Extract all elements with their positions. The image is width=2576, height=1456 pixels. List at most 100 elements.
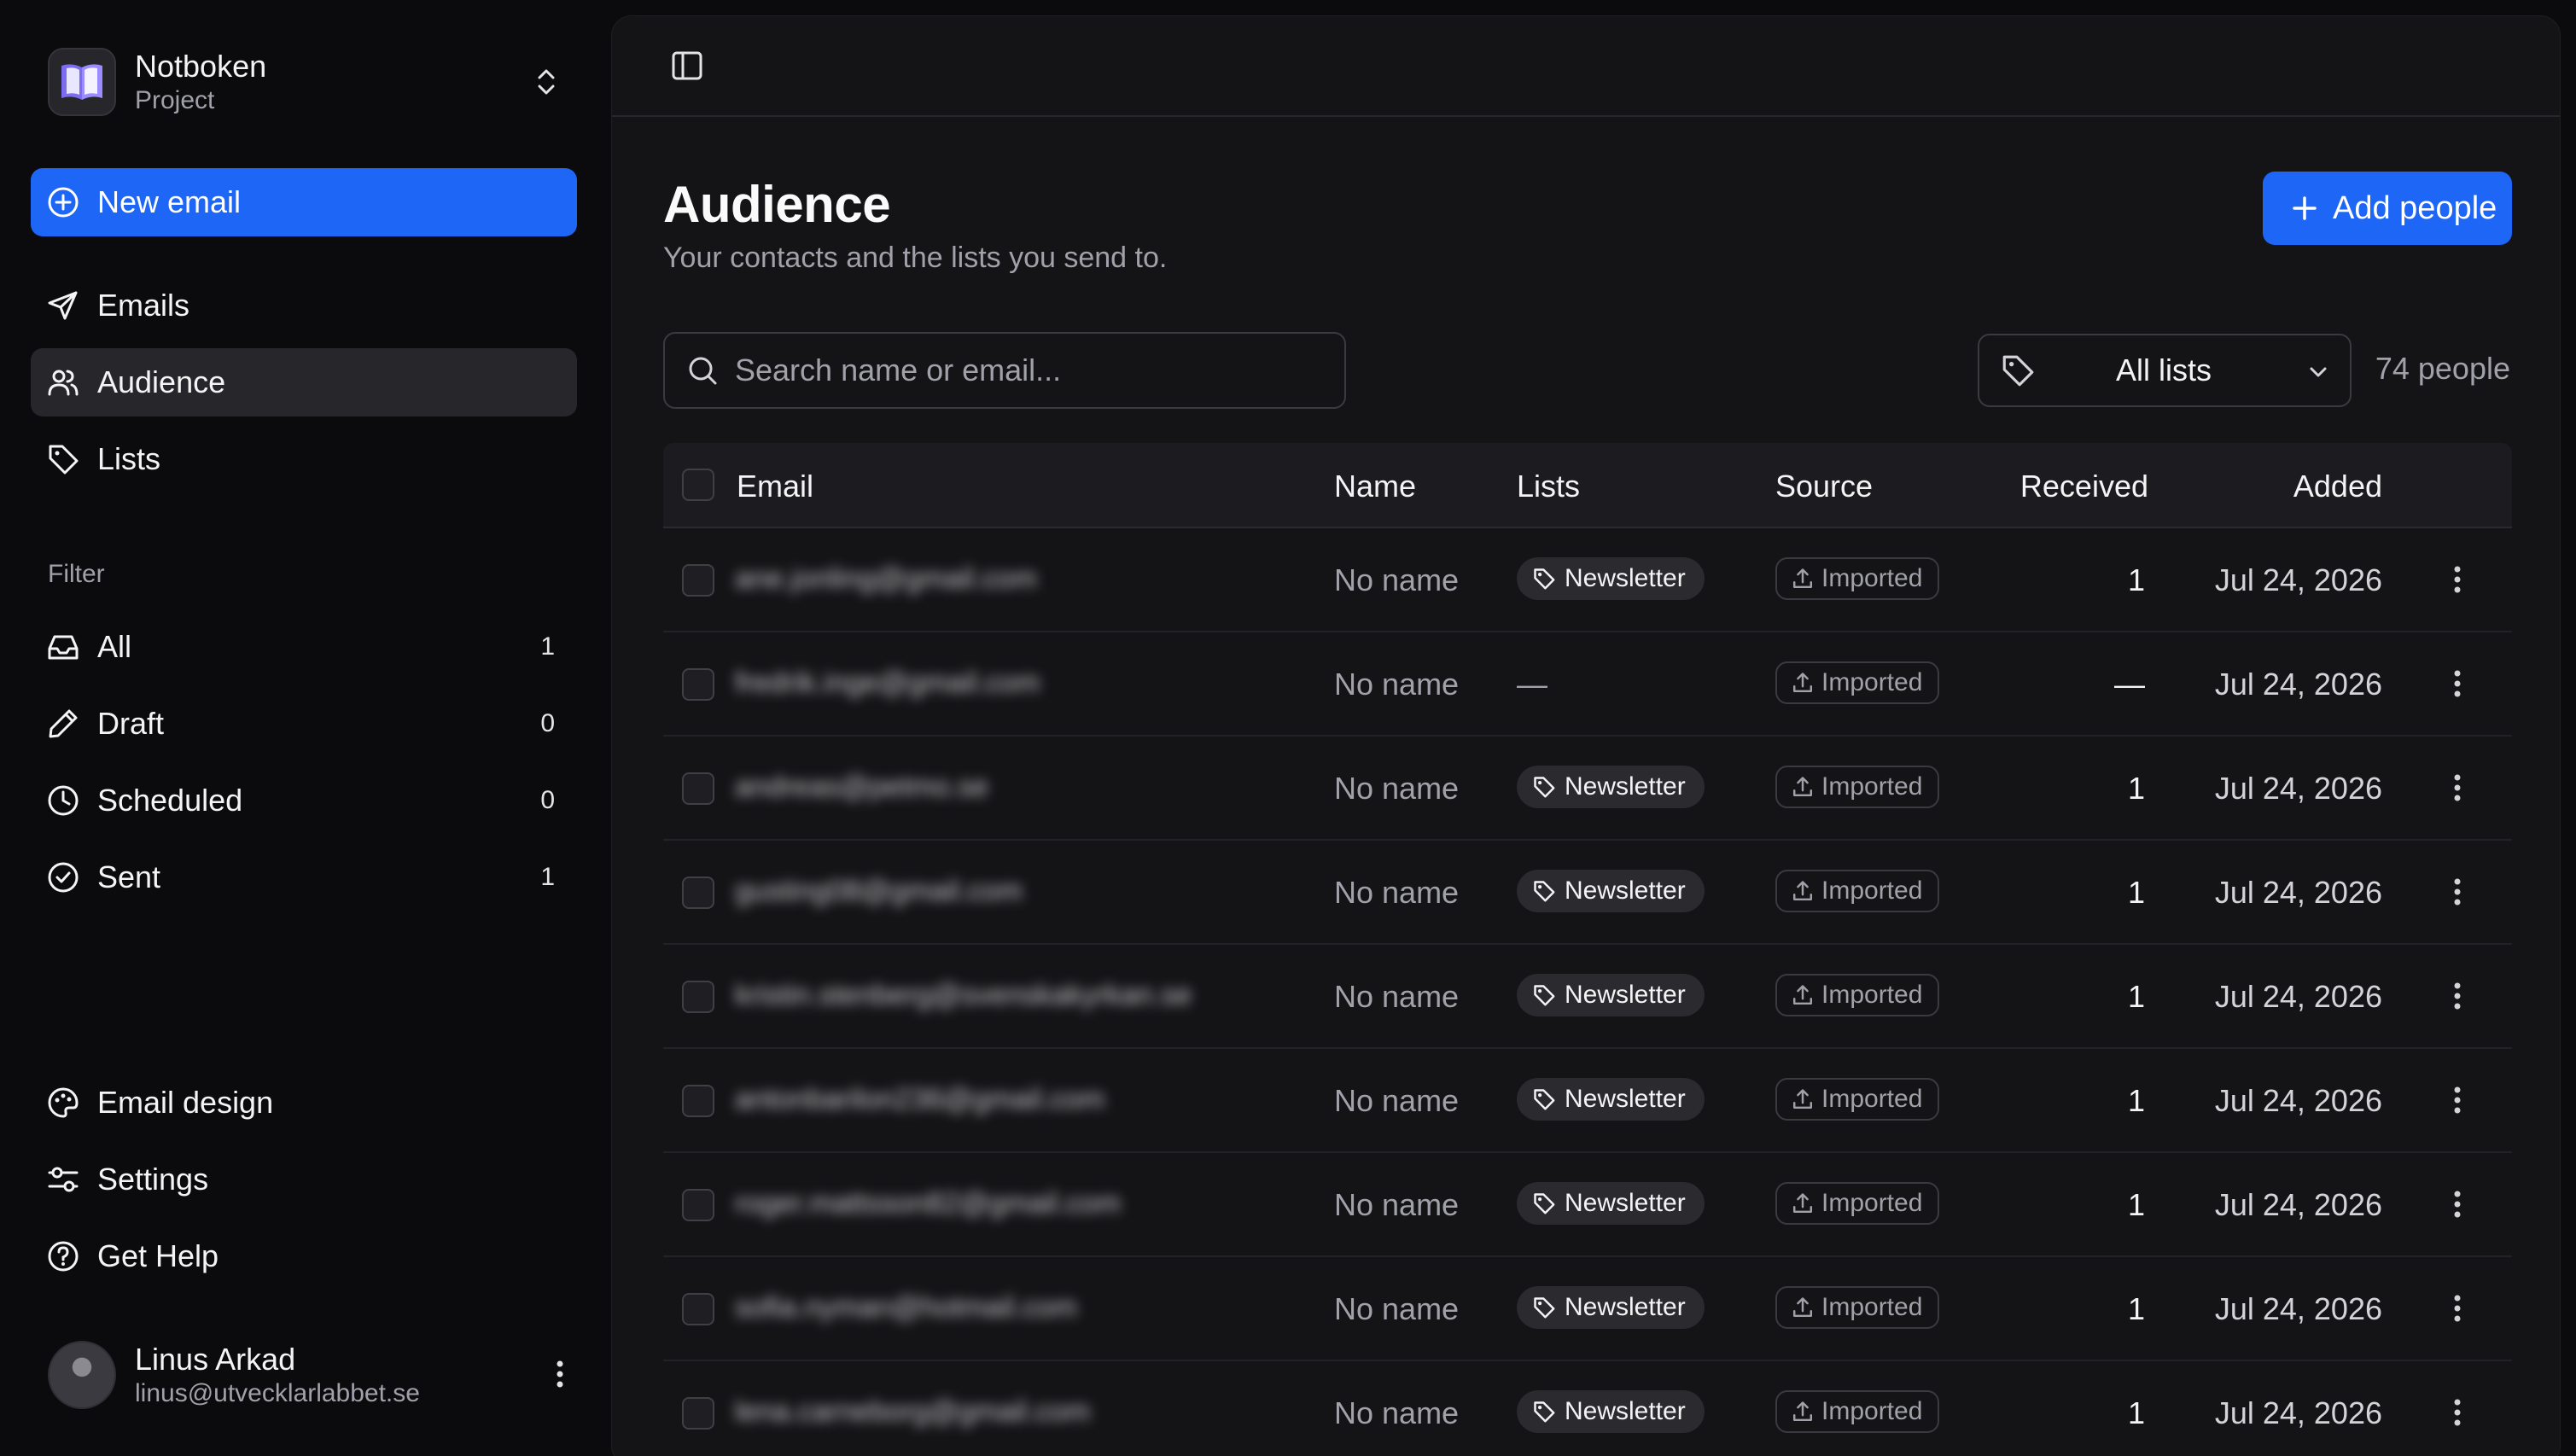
search-icon <box>685 353 720 387</box>
sliders-icon <box>46 1162 80 1197</box>
contact-name: No name <box>1334 875 1460 910</box>
source-badge: Imported <box>1775 557 1940 600</box>
upload-icon <box>1791 983 1815 1007</box>
nav-item-audience[interactable]: Audience <box>31 348 577 416</box>
table-row[interactable]: fredrik.inge@gmail.com No name — Imported — J… <box>663 632 2512 737</box>
users-icon <box>46 365 80 399</box>
more-vertical-icon[interactable] <box>2452 771 2462 805</box>
table-row[interactable]: kristin.stenberg@svenskakyrkan.se No name… <box>663 945 2512 1049</box>
row-checkbox[interactable] <box>682 772 714 805</box>
list-badge[interactable]: Newsletter <box>1517 557 1705 600</box>
list-badge[interactable]: Newsletter <box>1517 1286 1705 1329</box>
people-count: 74 people <box>2375 351 2510 386</box>
search-box[interactable] <box>663 332 1346 409</box>
table-row[interactable]: antonbarilon236@gmail.com No name Newslett… <box>663 1049 2512 1153</box>
list-badge[interactable]: Newsletter <box>1517 974 1705 1016</box>
table-row[interactable]: ane.jonling@gmail.com No name Newsletter Im… <box>663 528 2512 632</box>
list-filter-select[interactable]: All lists <box>1978 334 2352 407</box>
column-header-added[interactable]: Added <box>2293 469 2382 504</box>
added-date: Jul 24, 2026 <box>2214 1291 2382 1326</box>
filter-label: Sent <box>97 859 161 894</box>
source-badge-label: Imported <box>1821 772 1923 801</box>
contact-email: ane.jonling@gmail.com <box>735 562 1037 595</box>
more-vertical-icon[interactable] <box>2452 979 2462 1013</box>
contact-email: kristin.stenberg@svenskakyrkan.se <box>735 979 1192 1011</box>
new-email-button[interactable]: New email <box>31 168 577 236</box>
sidebar-toggle-icon[interactable] <box>670 49 704 83</box>
search-input[interactable] <box>735 352 1315 388</box>
filter-draft[interactable]: Draft 0 <box>31 690 577 758</box>
chevron-down-icon <box>2305 359 2331 385</box>
row-checkbox[interactable] <box>682 564 714 597</box>
source-badge: Imported <box>1775 1286 1940 1329</box>
received-count: — <box>2114 667 2145 702</box>
row-checkbox[interactable] <box>682 981 714 1013</box>
more-vertical-icon[interactable] <box>2452 1083 2462 1117</box>
list-badge[interactable]: Newsletter <box>1517 1390 1705 1433</box>
more-vertical-icon[interactable] <box>2452 667 2462 701</box>
more-vertical-icon[interactable] <box>555 1357 565 1391</box>
column-header-email[interactable]: Email <box>737 469 813 504</box>
row-checkbox[interactable] <box>682 1293 714 1325</box>
tag-icon <box>2000 352 2036 388</box>
table-row[interactable]: gusting08@gmail.com No name Newsletter Impo… <box>663 841 2512 945</box>
filter-all[interactable]: All 1 <box>31 613 577 681</box>
workspace-switcher[interactable]: Notboken Project <box>48 46 577 118</box>
added-date: Jul 24, 2026 <box>2214 667 2382 702</box>
nav-item-email-design[interactable]: Email design <box>31 1069 577 1137</box>
list-badge[interactable]: Newsletter <box>1517 1078 1705 1121</box>
row-checkbox[interactable] <box>682 877 714 909</box>
user-name: Linus Arkad <box>135 1342 296 1377</box>
more-vertical-icon[interactable] <box>2452 875 2462 909</box>
more-vertical-icon[interactable] <box>2452 1395 2462 1430</box>
column-header-lists[interactable]: Lists <box>1517 469 1580 504</box>
table-row[interactable]: sofia.nyman@hotmail.com No name Newsletter… <box>663 1257 2512 1361</box>
added-date: Jul 24, 2026 <box>2214 875 2382 910</box>
row-checkbox[interactable] <box>682 1085 714 1117</box>
list-badge[interactable]: Newsletter <box>1517 1182 1705 1225</box>
column-header-source[interactable]: Source <box>1775 469 1873 504</box>
plus-circle-icon <box>46 185 80 219</box>
add-people-button[interactable]: Add people <box>2263 172 2512 245</box>
chevrons-up-down-icon[interactable] <box>534 65 558 99</box>
column-header-name[interactable]: Name <box>1334 469 1416 504</box>
list-filter-value: All lists <box>2116 352 2212 387</box>
table-row[interactable]: andreas@petmo.se No name Newsletter Importe… <box>663 737 2512 841</box>
row-checkbox[interactable] <box>682 1189 714 1221</box>
contact-name: No name <box>1334 1187 1460 1222</box>
nav-item-emails[interactable]: Emails <box>31 271 577 340</box>
column-header-received[interactable]: Received <box>2020 469 2148 504</box>
contact-name: No name <box>1334 1395 1460 1430</box>
contact-email: sofia.nyman@hotmail.com <box>735 1291 1078 1324</box>
list-badge[interactable]: Newsletter <box>1517 870 1705 912</box>
more-vertical-icon[interactable] <box>2452 1291 2462 1325</box>
nav-item-get-help[interactable]: Get Help <box>31 1222 577 1290</box>
list-badge-label: Newsletter <box>1565 1189 1686 1217</box>
source-badge-label: Imported <box>1821 668 1923 696</box>
received-count: 1 <box>2127 1083 2145 1118</box>
nav-item-settings[interactable]: Settings <box>31 1145 577 1214</box>
list-badge[interactable]: Newsletter <box>1517 766 1705 808</box>
more-vertical-icon[interactable] <box>2452 562 2462 597</box>
filter-sent[interactable]: Sent 1 <box>31 843 577 911</box>
user-email: linus@utvecklarlabbet.se <box>135 1379 420 1407</box>
row-checkbox[interactable] <box>682 668 714 701</box>
filter-count: 1 <box>540 863 555 891</box>
page-title: Audience <box>663 176 891 233</box>
more-vertical-icon[interactable] <box>2452 1187 2462 1221</box>
contact-email: gusting08@gmail.com <box>735 875 1023 907</box>
table-row[interactable]: lena.carneborg@gmail.com No name Newslette… <box>663 1361 2512 1456</box>
upload-icon <box>1791 1400 1815 1424</box>
select-all-checkbox[interactable] <box>682 469 714 501</box>
tag-icon <box>1532 1400 1556 1424</box>
received-count: 1 <box>2127 1395 2145 1430</box>
table-row[interactable]: roger.mattsson82@gmail.com No name Newslet… <box>663 1153 2512 1257</box>
filter-scheduled[interactable]: Scheduled 0 <box>31 766 577 835</box>
workspace-name: Notboken <box>135 49 267 84</box>
user-profile[interactable]: Linus Arkad linus@utvecklarlabbet.se <box>48 1338 577 1412</box>
received-count: 1 <box>2127 1291 2145 1326</box>
tag-icon <box>1532 983 1556 1007</box>
row-checkbox[interactable] <box>682 1397 714 1430</box>
source-badge: Imported <box>1775 661 1940 704</box>
nav-item-lists[interactable]: Lists <box>31 425 577 493</box>
